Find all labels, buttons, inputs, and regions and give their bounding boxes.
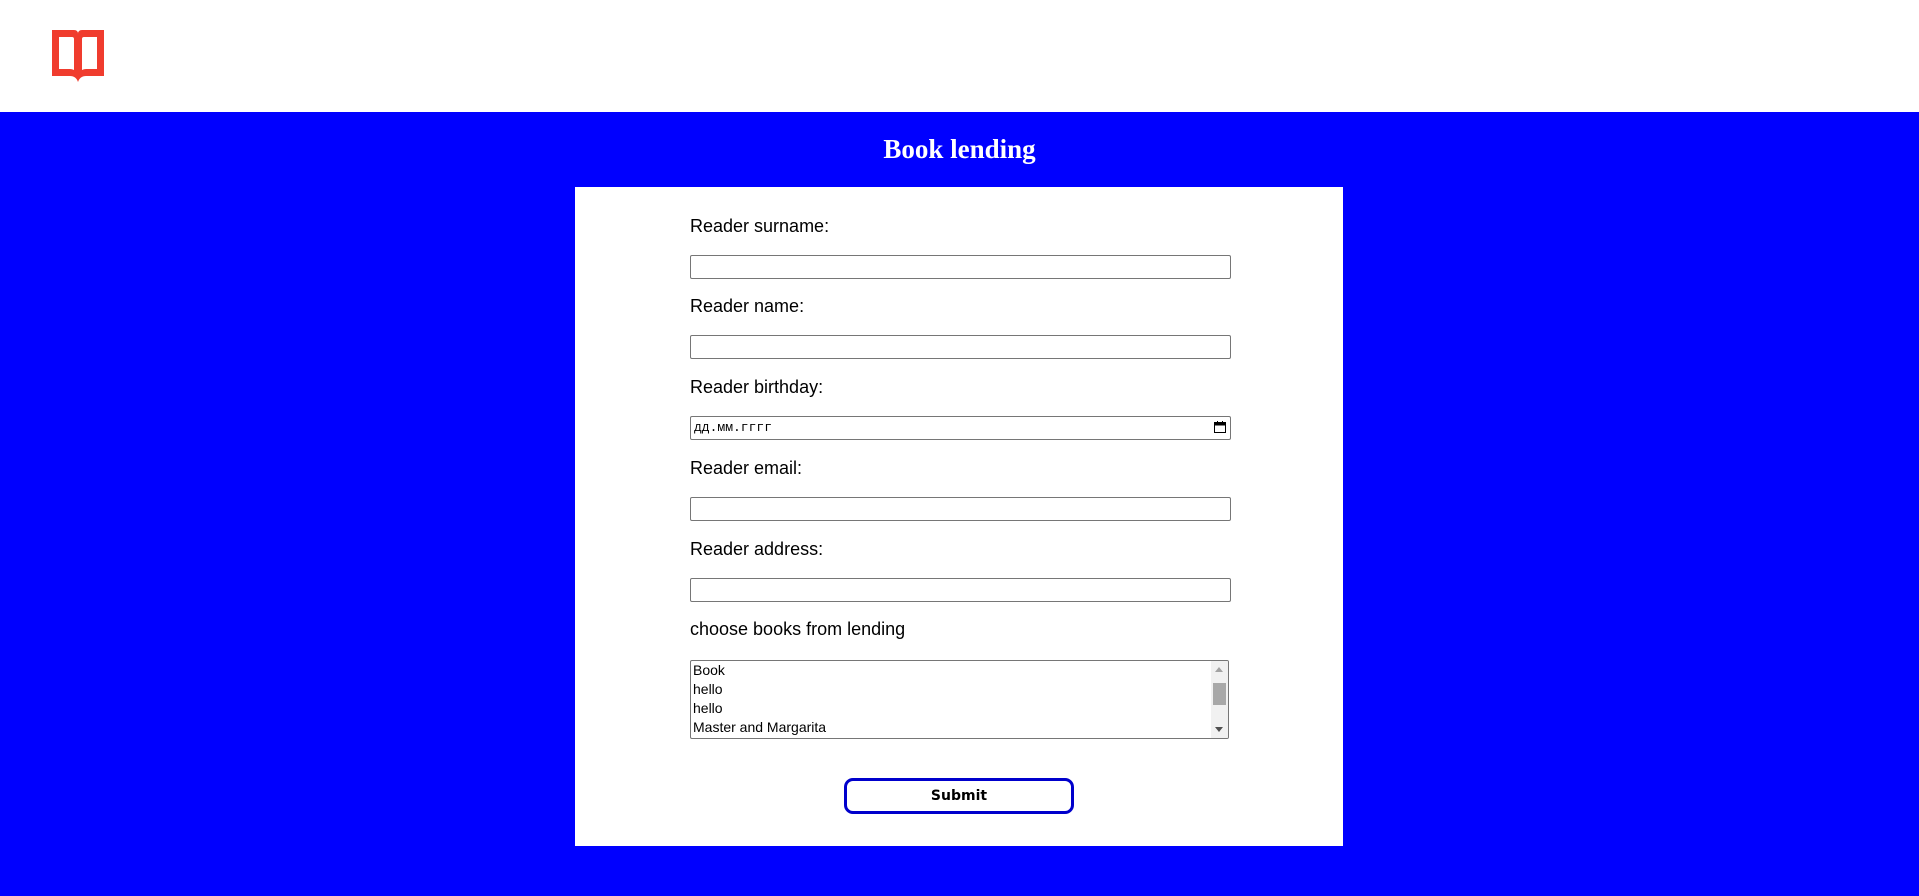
books-scrollbar[interactable] (1211, 661, 1228, 738)
page-title: Book lending (883, 134, 1036, 164)
lending-form: Reader surname: Reader name: Reader birt… (575, 187, 1343, 846)
name-label: Reader name: (690, 296, 805, 316)
open-book-icon[interactable] (50, 28, 106, 84)
address-input[interactable] (690, 578, 1231, 602)
birthday-placeholder: дд.мм.гггг (694, 420, 773, 435)
name-input[interactable] (690, 335, 1231, 359)
header-bar (0, 0, 1919, 112)
surname-input[interactable] (690, 255, 1231, 279)
submit-button[interactable]: Submit (844, 778, 1074, 814)
book-option[interactable]: Book (691, 661, 1228, 680)
email-input[interactable] (690, 497, 1231, 521)
scroll-down-arrow-icon[interactable] (1215, 727, 1223, 732)
books-label: choose books from lending (690, 619, 906, 639)
book-option[interactable]: hello (691, 680, 1228, 699)
scroll-thumb[interactable] (1213, 683, 1226, 705)
surname-label: Reader surname: (690, 216, 830, 236)
address-label: Reader address: (690, 539, 824, 559)
book-option[interactable]: hello (691, 699, 1228, 718)
books-select[interactable]: Book hello hello Master and Margarita (690, 660, 1229, 739)
scroll-up-arrow-icon[interactable] (1215, 667, 1223, 672)
email-label: Reader email: (690, 458, 803, 478)
book-option[interactable]: Master and Margarita (691, 718, 1228, 737)
birthday-input[interactable]: дд.мм.гггг (690, 416, 1231, 440)
calendar-icon[interactable] (1214, 421, 1226, 433)
birthday-label: Reader birthday: (690, 377, 824, 397)
